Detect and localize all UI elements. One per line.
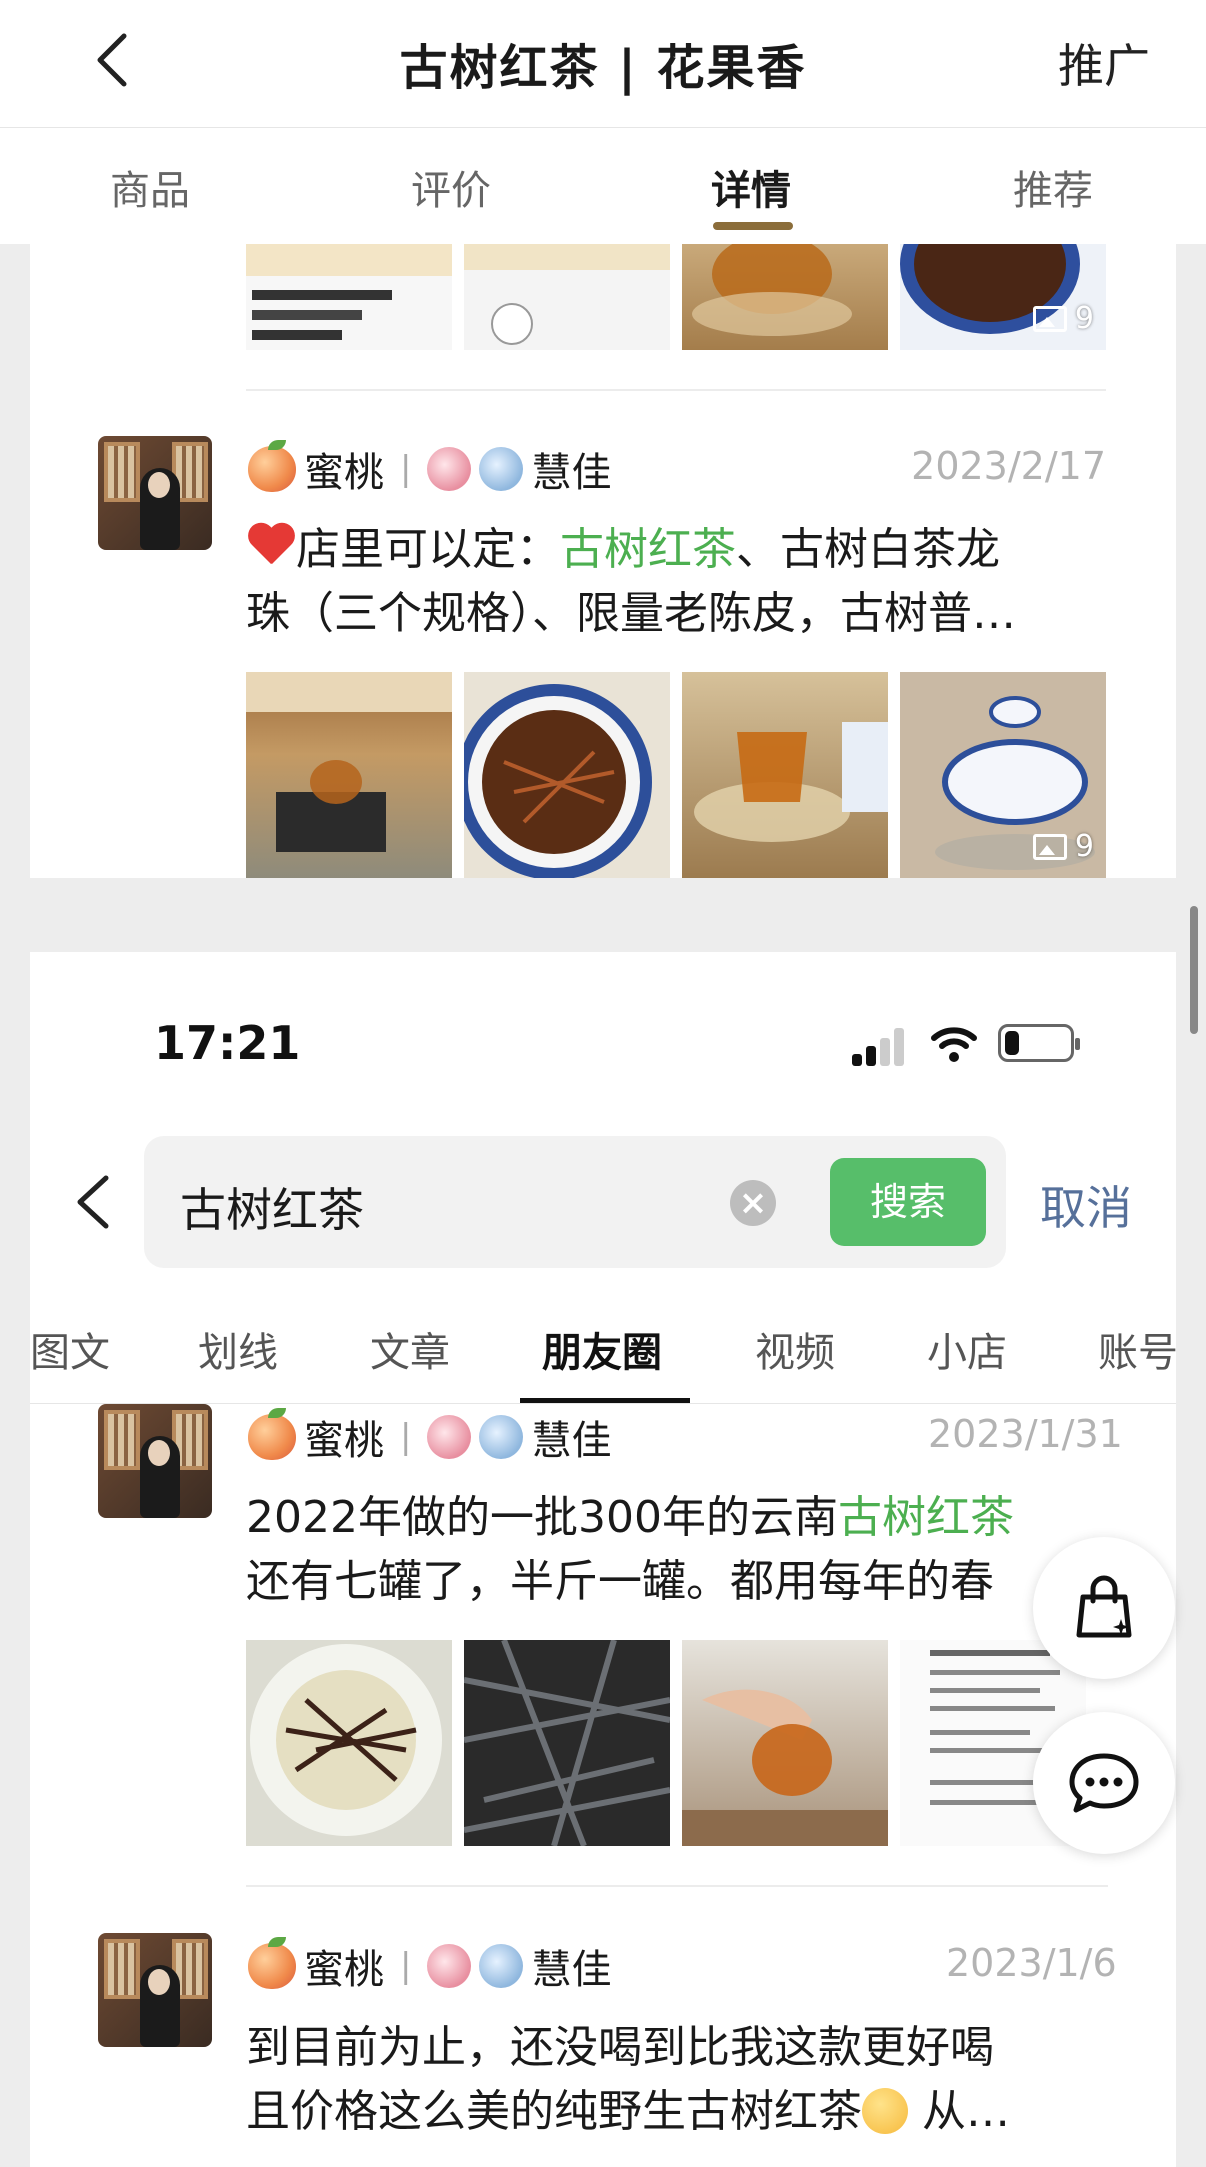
search-tab-graphic[interactable]: 图文 (30, 1320, 110, 1378)
search-query: 古树红茶 (180, 1183, 364, 1237)
author-avatar[interactable] (98, 1404, 212, 1518)
moon-emoji-icon (479, 1415, 524, 1459)
gallery-thumb[interactable] (682, 244, 888, 350)
gallery-count: 9 (1032, 829, 1094, 864)
promote-button[interactable]: 推广 (1058, 30, 1150, 96)
detail-content-card: 9 蜜桃 | 慧佳 2023/2/17 店里可以定：古树红茶、古树白茶龙 珠（三… (30, 244, 1176, 878)
post-text-line[interactable]: 店里可以定：古树红茶、古树白茶龙 (246, 518, 1126, 582)
peach-icon (248, 440, 296, 492)
chat-button[interactable] (1033, 1712, 1175, 1854)
gallery-thumb[interactable] (246, 244, 452, 350)
gallery-count: 9 (1032, 301, 1094, 336)
smile-emoji-icon (862, 2088, 908, 2134)
gallery-thumb[interactable] (682, 1640, 888, 1846)
post-text-line[interactable]: 2022年做的一批300年的云南古树红茶 (246, 1486, 1086, 1550)
search-tab-accounts[interactable]: 账号 (1098, 1320, 1178, 1378)
wifi-icon (931, 1027, 977, 1062)
cloud-emoji-icon (427, 447, 472, 491)
gallery-thumb[interactable] (246, 1640, 452, 1846)
moon-emoji-icon (479, 447, 524, 491)
moon-emoji-icon (479, 1944, 524, 1988)
heart-emoji-icon (246, 524, 296, 570)
search-tab-moments[interactable]: 朋友圈 (542, 1320, 662, 1378)
author-name-row[interactable]: 蜜桃 | 慧佳 (248, 1408, 611, 1466)
signal-icon (852, 1026, 908, 1066)
scrollbar[interactable] (1190, 906, 1198, 1034)
search-tab-shops[interactable]: 小店 (927, 1320, 1007, 1378)
image-icon (1032, 833, 1067, 860)
tab-details[interactable]: 详情 (711, 158, 791, 216)
search-tab-videos[interactable]: 视频 (755, 1320, 835, 1378)
search-tab-underline[interactable]: 划线 (198, 1320, 278, 1378)
tab-goods[interactable]: 商品 (110, 158, 190, 216)
post-divider (246, 389, 1106, 391)
shopping-bag-button[interactable] (1033, 1537, 1175, 1679)
peach-icon (248, 1937, 296, 1989)
author-avatar[interactable] (98, 1933, 212, 2047)
battery-icon (998, 1024, 1080, 1062)
back-chevron-icon[interactable] (70, 1174, 116, 1230)
post-text-line[interactable]: 珠（三个规格）、限量老陈皮，古树普… (246, 582, 1126, 646)
search-button[interactable]: 搜索 (830, 1158, 986, 1246)
gallery-thumb[interactable]: 9 (900, 672, 1106, 878)
author-avatar[interactable] (98, 436, 212, 550)
gallery-thumb[interactable] (246, 672, 452, 878)
post-date: 2023/1/6 (946, 1941, 1117, 1985)
tab-recommend[interactable]: 推荐 (1013, 158, 1093, 216)
cloud-emoji-icon (427, 1944, 472, 1988)
shopping-bag-icon (1076, 1575, 1132, 1638)
image-icon (1032, 305, 1067, 332)
gallery-thumb[interactable] (464, 672, 670, 878)
search-input[interactable]: 古树红茶 × 搜索 (144, 1136, 1006, 1268)
search-tab-articles[interactable]: 文章 (370, 1320, 450, 1378)
active-tab-indicator (713, 222, 793, 230)
gallery-thumb[interactable] (464, 1640, 670, 1846)
status-time: 17:21 (154, 1016, 301, 1070)
clear-icon[interactable]: × (730, 1180, 776, 1226)
post-date: 2023/1/31 (928, 1412, 1123, 1456)
cloud-emoji-icon (427, 1415, 472, 1459)
tab-reviews[interactable]: 评价 (411, 158, 491, 216)
post-text-line[interactable]: 还有七罐了，半斤一罐。都用每年的春 (246, 1550, 1066, 1614)
cancel-button[interactable]: 取消 (1040, 1172, 1132, 1238)
page-title: 古树红茶 | 花果香 (399, 40, 807, 96)
gallery-thumb[interactable] (682, 672, 888, 878)
post-text-line[interactable]: 且价格这么美的纯野生古树红茶 从… (246, 2080, 1106, 2144)
author-name-row[interactable]: 蜜桃 | 慧佳 (248, 440, 611, 498)
product-header: 古树红茶 | 花果香 推广 (0, 0, 1206, 128)
chat-bubble-icon (1069, 1753, 1139, 1813)
gallery-thumb[interactable] (464, 244, 670, 350)
post-divider (246, 1885, 1108, 1887)
gallery-thumb[interactable]: 9 (900, 244, 1106, 350)
product-tabs: 商品 评价 详情 推荐 (0, 128, 1206, 244)
peach-icon (248, 1408, 296, 1460)
author-name-row[interactable]: 蜜桃 | 慧佳 (248, 1937, 611, 1995)
post-text-line[interactable]: 到目前为止，还没喝到比我这款更好喝 (246, 2016, 1106, 2080)
post-date: 2023/2/17 (911, 444, 1106, 488)
